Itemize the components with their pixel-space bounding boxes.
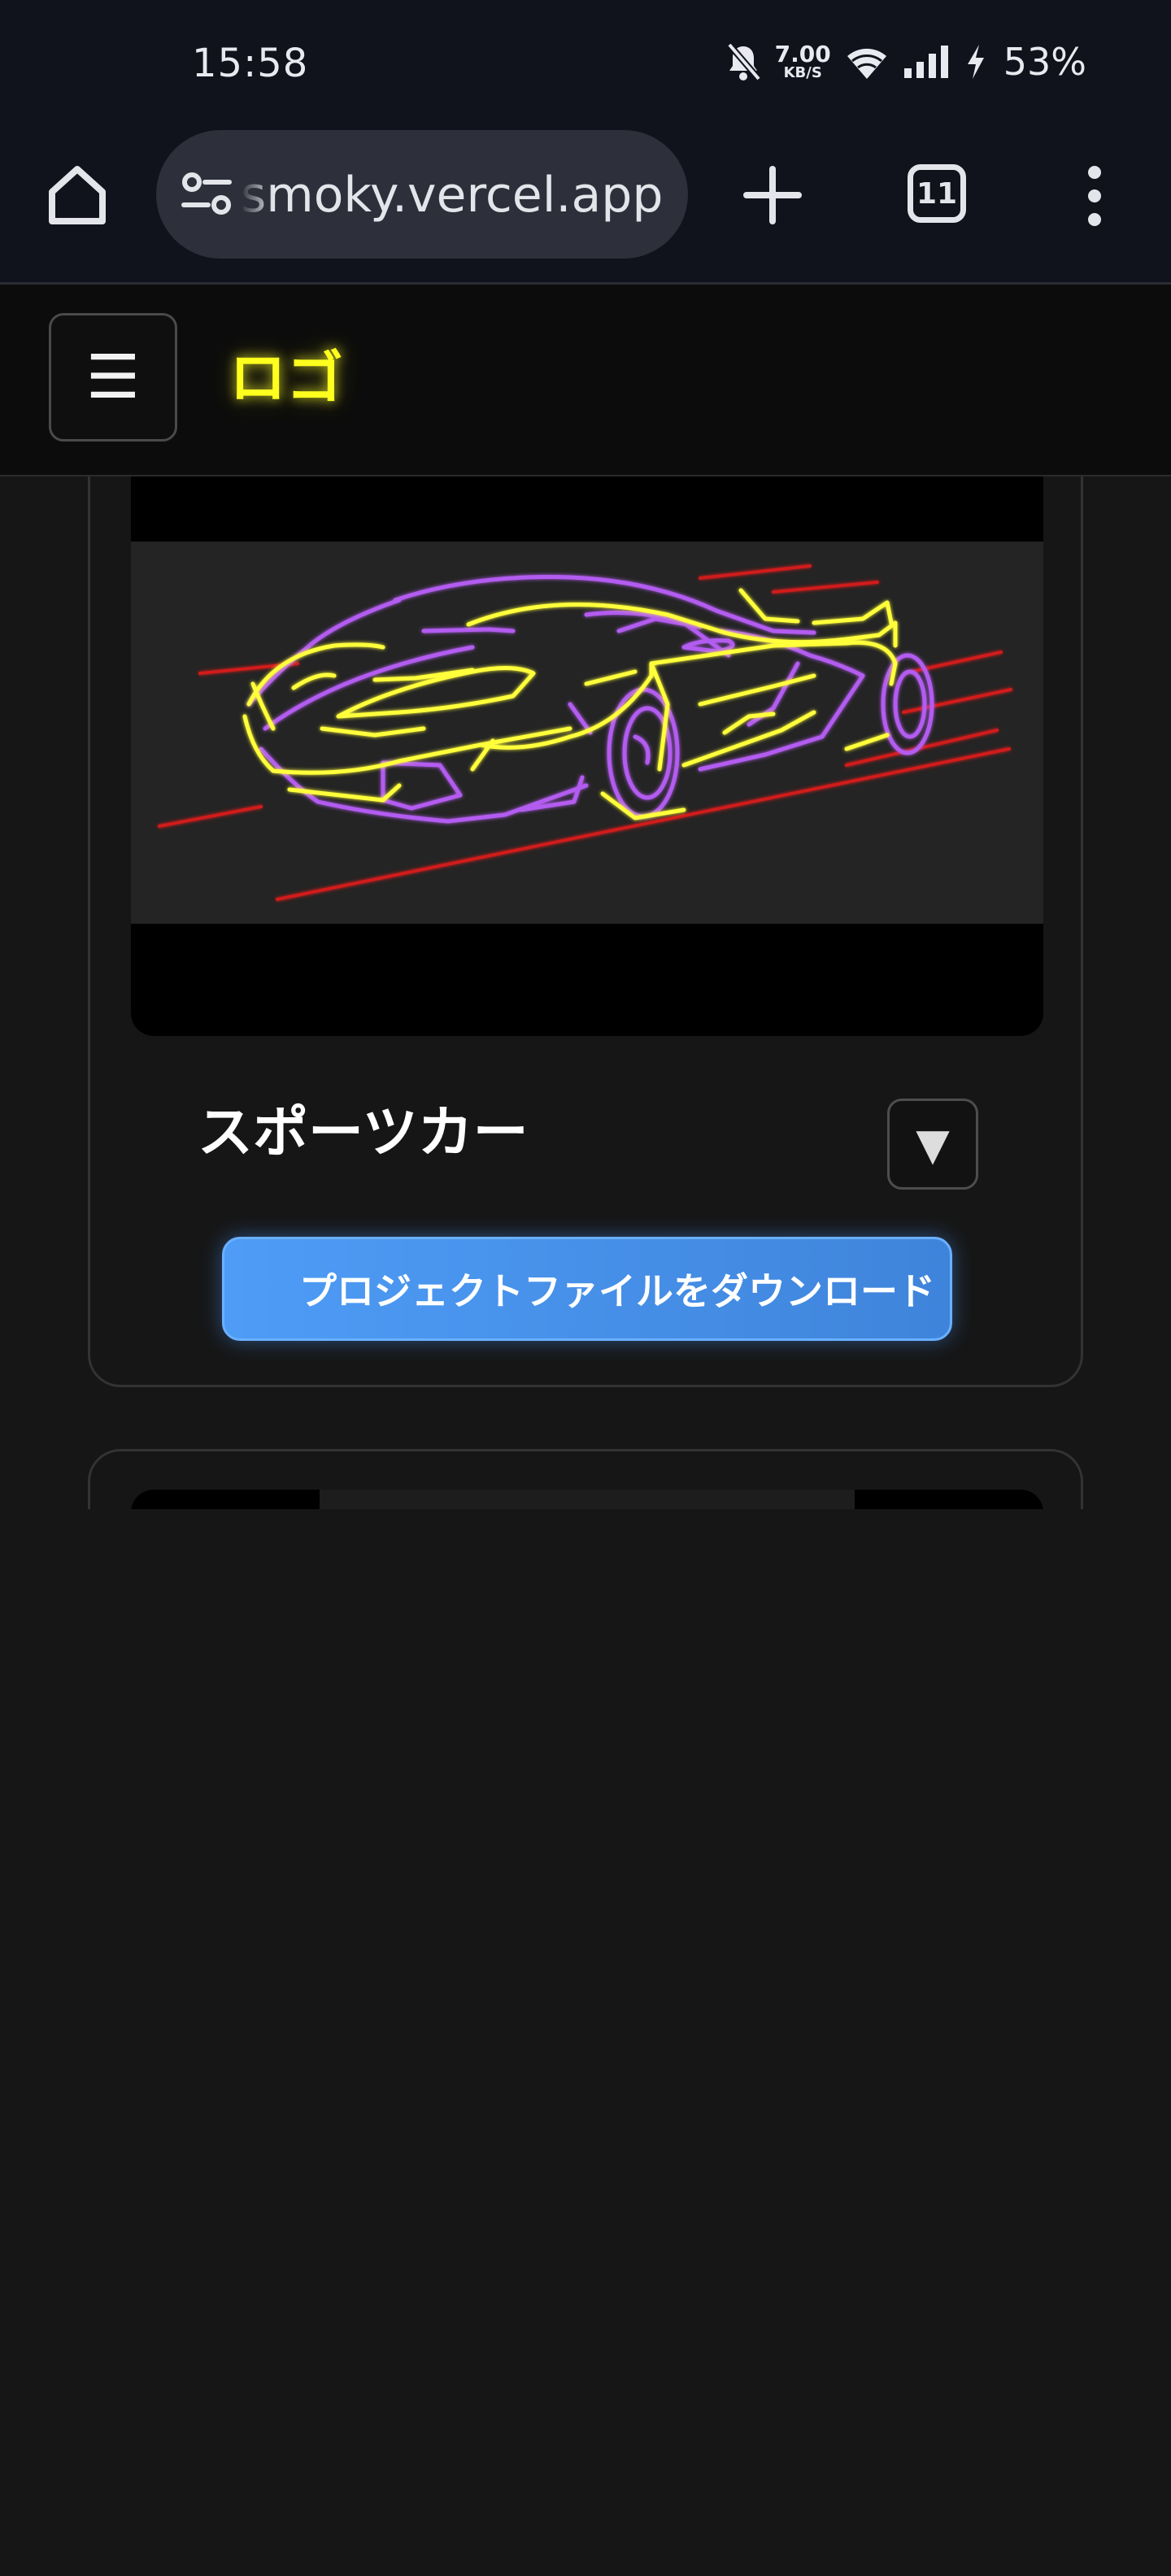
bell-off-icon bbox=[725, 41, 762, 82]
site-header: ☰ ロゴ bbox=[0, 285, 1171, 476]
menu-button[interactable]: ☰ bbox=[49, 313, 177, 442]
charging-bolt-icon bbox=[964, 43, 987, 80]
home-button[interactable] bbox=[41, 158, 114, 231]
neon-car-artwork bbox=[131, 542, 1043, 924]
triangle-down-icon: ▼ bbox=[916, 1118, 950, 1170]
download-project-button[interactable]: プロジェクトファイルをダウンロード bbox=[222, 1237, 952, 1341]
expand-toggle-button[interactable]: ▼ bbox=[887, 1099, 978, 1190]
project-preview bbox=[131, 476, 1043, 1036]
plus-icon bbox=[743, 166, 802, 224]
more-vert-icon bbox=[1088, 166, 1101, 226]
site-settings-icon[interactable] bbox=[181, 169, 233, 218]
browser-menu-button[interactable] bbox=[1072, 159, 1117, 233]
battery-percent: 53% bbox=[1003, 40, 1086, 84]
site-logo[interactable]: ロゴ bbox=[229, 333, 343, 423]
url-fade bbox=[241, 163, 273, 228]
new-tab-button[interactable] bbox=[740, 163, 805, 228]
status-bar: 15:58 7.00 KB/S 53% bbox=[0, 0, 1171, 130]
net-speed-value: 7.00 bbox=[774, 41, 831, 67]
hamburger-icon: ☰ bbox=[85, 342, 141, 412]
status-icons: 7.00 KB/S 53% bbox=[725, 37, 1086, 86]
browser-toolbar: smoky.vercel.app 11 bbox=[0, 130, 1171, 285]
project-card: スポーツカー ▼ プロジェクトファイルをダウンロード bbox=[88, 476, 1083, 1387]
url-text[interactable]: smoky.vercel.app bbox=[241, 163, 664, 228]
signal-icon bbox=[903, 44, 951, 80]
project-card-next bbox=[88, 1449, 1083, 1509]
tab-switcher-button[interactable]: 11 bbox=[908, 164, 966, 223]
project-preview-next bbox=[131, 1490, 1043, 1509]
status-time: 15:58 bbox=[192, 41, 309, 86]
wifi-icon bbox=[844, 43, 890, 80]
card-title: スポーツカー bbox=[198, 1101, 529, 1165]
home-icon bbox=[49, 166, 106, 224]
net-speed: 7.00 KB/S bbox=[775, 43, 831, 80]
net-speed-unit: KB/S bbox=[783, 64, 822, 81]
main-content: スポーツカー ▼ プロジェクトファイルをダウンロード bbox=[0, 476, 1171, 1509]
